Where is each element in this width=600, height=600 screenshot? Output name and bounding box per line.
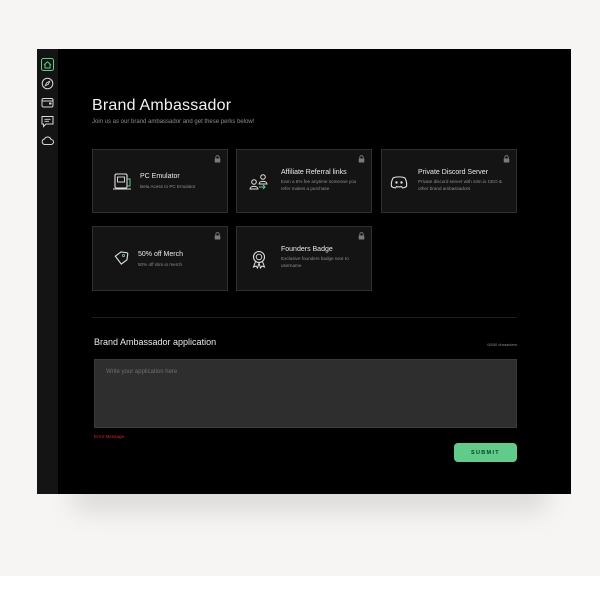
perk-description: Exclusive founders badge next to usernam…: [281, 256, 349, 268]
perk-description: Beta Acess to PC Emulator: [140, 184, 196, 189]
lock-icon: [214, 155, 221, 163]
submit-button[interactable]: SUBMIT: [454, 443, 517, 462]
page-subtitle: Join us as our brand ambassador and get …: [92, 119, 255, 125]
perk-card-merch: 50% off Merch 50% off stim.io merch: [92, 226, 228, 291]
page-title: Brand Ambassador: [92, 97, 232, 114]
perk-description: Earn a 5% fee anytime someone you refer …: [281, 179, 357, 191]
perk-card-affiliate-referral: Affiliate Referral links Earn a 5% fee a…: [236, 149, 372, 213]
perk-title: Affiliate Referral links: [281, 169, 347, 176]
lock-icon: [503, 155, 510, 163]
sidebar-item-explore[interactable]: [41, 77, 54, 90]
sidebar: [37, 49, 58, 494]
compass-icon: [41, 77, 54, 90]
app-window: Brand Ambassador Join us as our brand am…: [37, 49, 571, 494]
sidebar-item-cloud[interactable]: [41, 134, 54, 147]
badge-icon: [248, 248, 270, 270]
emulator-icon: [111, 171, 133, 193]
perk-description: Private discord server with stim.io CEO …: [418, 179, 502, 191]
perk-title: Private Discord Server: [418, 169, 489, 176]
application-textarea[interactable]: [94, 359, 517, 428]
section-divider: [92, 317, 517, 318]
page-footer-band: [0, 576, 600, 600]
perk-description: 50% off stim.io merch: [138, 262, 183, 267]
perk-card-founders-badge: Founders Badge Exclusive founders badge …: [236, 226, 372, 291]
discord-icon: [388, 171, 410, 193]
tag-icon: [110, 248, 132, 270]
referral-icon: [248, 171, 270, 193]
lock-icon: [214, 232, 221, 240]
chat-icon: [41, 116, 54, 128]
sidebar-item-chat[interactable]: [41, 115, 54, 128]
sidebar-item-wallet[interactable]: [41, 96, 54, 109]
perk-card-pc-emulator: PC Emulator Beta Acess to PC Emulator: [92, 149, 228, 213]
character-count: 0/500 characters: [487, 342, 517, 347]
cloud-icon: [41, 136, 54, 145]
lock-icon: [358, 232, 365, 240]
perk-title: 50% off Merch: [138, 251, 184, 258]
application-title: Brand Ambassador application: [94, 337, 217, 347]
perk-card-private-discord: Private Discord Server Private discord s…: [381, 149, 517, 213]
error-message: Error Message: [94, 434, 125, 439]
lock-icon: [358, 155, 365, 163]
perk-title: PC Emulator: [140, 173, 180, 180]
perk-title: Founders Badge: [281, 246, 333, 253]
main-content: Brand Ambassador Join us as our brand am…: [58, 49, 571, 494]
wallet-icon: [41, 98, 54, 108]
home-icon: [41, 58, 54, 71]
sidebar-item-home[interactable]: [41, 58, 54, 71]
